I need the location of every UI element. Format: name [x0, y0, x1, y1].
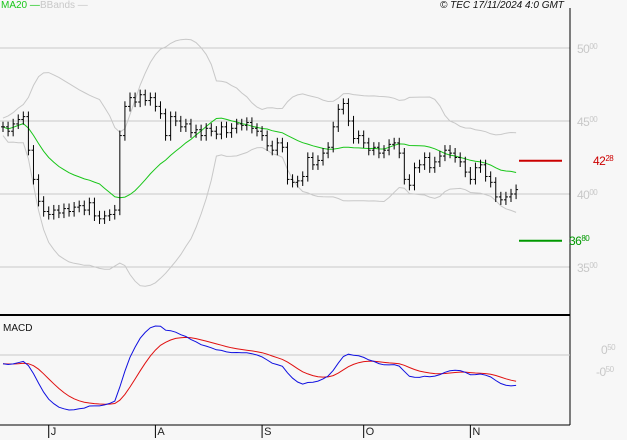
lower-band-line — [2, 135, 517, 287]
month-label: O — [365, 426, 375, 438]
ma20-line — [2, 117, 517, 199]
macd-line — [2, 325, 517, 411]
month-label: A — [157, 426, 165, 438]
support-label: 3680 — [569, 233, 590, 248]
legend-ma20: MA20 — — [1, 0, 40, 11]
price-tick-label: 5000 — [577, 42, 598, 56]
price-tick-label: 4000 — [577, 188, 598, 202]
stock-chart: MA20 — BBands — © TEC 17/11/2024 4:0 GMT… — [0, 0, 627, 440]
macd-title: MACD — [3, 323, 33, 334]
resistance-label: 4228 — [593, 153, 614, 168]
month-label: N — [472, 426, 481, 438]
month-label: S — [264, 426, 272, 438]
price-tick-label: 4500 — [577, 115, 598, 129]
chart-canvas — [0, 8, 571, 438]
macd-tick-label: -050 — [596, 365, 614, 379]
macd-tick-label: 050 — [601, 343, 616, 357]
macd-signal-line — [2, 336, 517, 405]
legend-bbands: BBands — — [40, 0, 88, 11]
month-label: J — [50, 426, 57, 438]
copyright: © TEC 17/11/2024 4:0 GMT — [440, 0, 564, 11]
price-tick-label: 3500 — [577, 261, 598, 275]
